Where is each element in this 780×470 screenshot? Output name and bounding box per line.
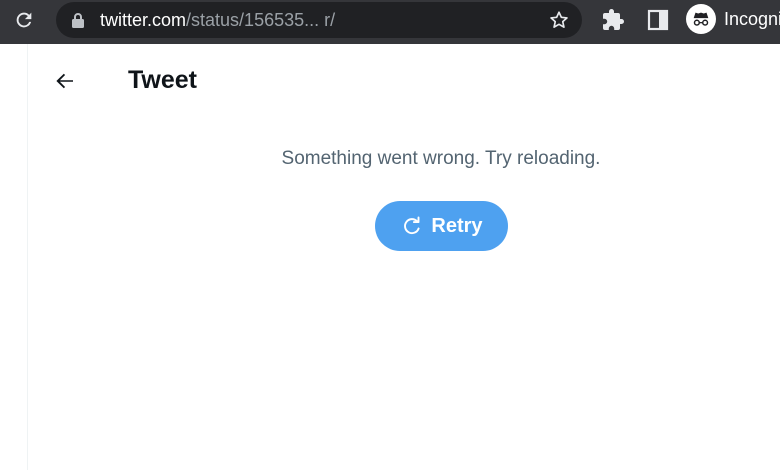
profile-label: Incognito [724,8,780,29]
refresh-icon [400,214,424,238]
retry-label: Retry [431,214,483,237]
url-host: twitter.com [100,9,187,30]
tweet-page: Tweet Something went wrong. Try reloadin… [0,44,780,470]
extensions-button[interactable] [601,8,625,32]
retry-button[interactable]: Retry [375,201,508,251]
column-divider [27,44,28,470]
url-text[interactable]: twitter.com/status/156535... r/ [100,10,335,31]
page-title: Tweet [128,66,197,94]
browser-toolbar: twitter.com/status/156535... r/ Incogn [0,0,780,44]
url-path: /status/156535... r/ [186,9,336,30]
lock-icon [72,12,86,28]
address-bar[interactable]: twitter.com/status/156535... r/ [56,2,582,38]
bookmark-star-button[interactable] [548,9,570,31]
arrow-left-icon [56,73,73,89]
side-panel-icon [647,9,669,31]
error-message: Something went wrong. Try reloading. [281,148,601,169]
reload-icon [16,12,32,28]
profile-chip[interactable]: Incognito [686,3,780,35]
side-panel-button[interactable] [646,8,670,32]
reload-button[interactable] [10,6,38,34]
incognito-icon [686,4,716,34]
puzzle-icon [603,9,624,30]
back-button[interactable] [48,64,82,98]
star-icon [550,11,568,28]
